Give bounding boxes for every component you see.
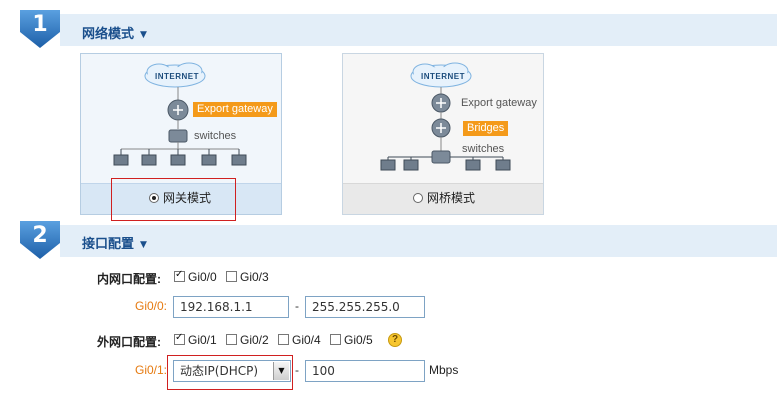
step-number-2: 2 <box>32 223 48 248</box>
export-gateway-tag: Export gateway <box>193 102 277 117</box>
wan-port-gi0-5-label: Gi0/5 <box>344 333 373 347</box>
highlight-box-wan-mode <box>167 355 293 390</box>
bandwidth-unit-label: Mbps <box>429 363 459 377</box>
wan-port-gi0-5-checkbox[interactable] <box>330 334 341 345</box>
wan-port-gi0-4-checkbox[interactable] <box>278 334 289 345</box>
wan-bandwidth-input[interactable]: 100 <box>305 360 425 382</box>
separator-dash: - <box>295 363 299 377</box>
switches-label: switches <box>194 130 237 142</box>
lan-netmask-input[interactable]: 255.255.255.0 <box>305 296 425 318</box>
wan-port-gi0-2-label: Gi0/2 <box>240 333 269 347</box>
step-number-1: 1 <box>32 12 48 37</box>
wan-port-config-label: Gi0/1: <box>135 363 168 377</box>
bridges-tag: Bridges <box>463 121 509 136</box>
help-icon[interactable]: ? <box>388 333 402 347</box>
section-title-network-mode[interactable]: 网络模式 ▼ <box>82 23 147 42</box>
switches-label: switches <box>462 143 505 155</box>
wan-port-gi0-1-checkbox[interactable] <box>174 332 185 345</box>
section-title-interface-config[interactable]: 接口配置 ▼ <box>82 233 147 252</box>
internet-label: INTERNET <box>421 72 465 81</box>
lan-ip-input[interactable]: 192.168.1.1 <box>173 296 289 318</box>
wan-port-gi0-2-checkbox[interactable] <box>226 334 237 345</box>
section-header-interface-config <box>60 225 777 257</box>
lan-port-gi0-3-label: Gi0/3 <box>240 270 269 284</box>
lan-port-config-label: Gi0/0: <box>135 299 168 313</box>
dropdown-triangle-icon: ▼ <box>140 240 147 250</box>
mode-card-bridge[interactable]: INTERNET Export gateway Bridges switches… <box>342 53 544 215</box>
bridge-mode-radio[interactable] <box>413 193 423 203</box>
lan-port-gi0-3-checkbox[interactable] <box>226 271 237 282</box>
section-title-text: 接口配置 <box>82 237 135 252</box>
lan-config-label: 内网口配置: <box>97 272 161 286</box>
bridge-mode-label[interactable]: 网桥模式 <box>427 189 475 206</box>
wan-port-gi0-1-label: Gi0/1 <box>188 333 217 347</box>
wan-port-gi0-4-label: Gi0/4 <box>292 333 321 347</box>
section-header-network-mode <box>60 14 777 46</box>
internet-label: INTERNET <box>155 72 199 81</box>
section-title-text: 网络模式 <box>82 27 135 42</box>
lan-port-gi0-0-checkbox[interactable] <box>174 269 185 282</box>
wan-config-label: 外网口配置: <box>97 335 161 349</box>
lan-port-gi0-0-label: Gi0/0 <box>188 270 217 284</box>
highlight-box-gateway-mode <box>111 178 236 221</box>
separator-dash: - <box>295 299 299 313</box>
dropdown-triangle-icon: ▼ <box>140 30 147 40</box>
export-gateway-label: Export gateway <box>461 97 537 109</box>
